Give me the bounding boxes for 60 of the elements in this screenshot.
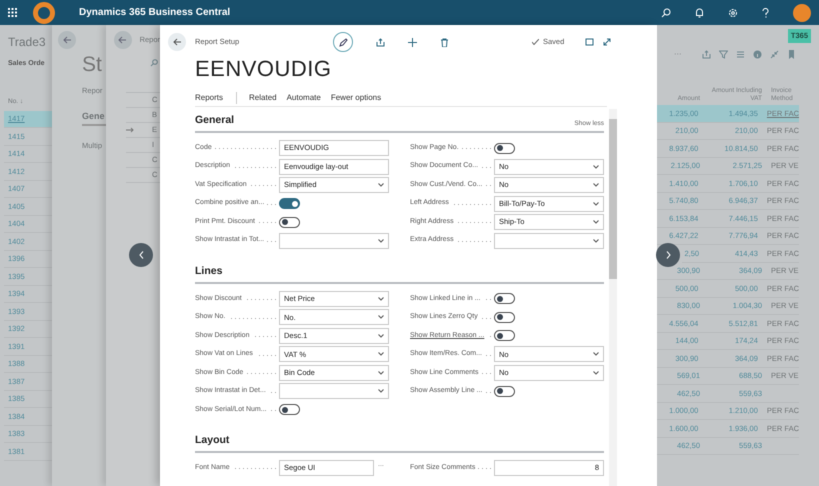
section-title: General — [195, 113, 234, 128]
chevron-down-icon — [593, 352, 599, 356]
chevron-down-icon — [378, 389, 384, 394]
chevron-down-icon — [593, 164, 599, 168]
share-icon[interactable] — [376, 38, 385, 46]
search-icon[interactable] — [661, 8, 671, 18]
toggle-switch[interactable] — [494, 330, 515, 342]
plus-icon[interactable] — [408, 38, 417, 46]
back-button[interactable] — [114, 31, 132, 49]
expand-icon[interactable] — [603, 38, 612, 46]
chevron-down-icon — [378, 183, 384, 187]
back-button[interactable] — [58, 31, 76, 49]
back-arrow-icon — [62, 36, 72, 44]
toggle-switch[interactable] — [494, 386, 515, 397]
action-tab[interactable]: Reports — [195, 92, 224, 104]
new-window-icon[interactable] — [585, 38, 594, 46]
toggle-switch[interactable] — [494, 293, 515, 304]
chevron-down-icon — [593, 220, 599, 224]
action-tab[interactable]: Fewer options — [330, 92, 382, 104]
trash-icon[interactable] — [440, 38, 449, 46]
back-arrow-icon — [172, 38, 182, 46]
toggle-switch[interactable] — [279, 404, 300, 416]
chevron-down-icon — [378, 296, 384, 301]
pencil-icon — [338, 38, 348, 46]
toggle-switch[interactable] — [494, 312, 515, 323]
settings-icon[interactable] — [728, 8, 738, 18]
app-launcher-icon[interactable] — [8, 8, 17, 17]
toggle-switch[interactable] — [279, 216, 300, 228]
chevron-down-icon — [378, 370, 384, 375]
action-tab[interactable]: Related — [249, 92, 277, 104]
chevron-down-icon — [593, 202, 599, 206]
chevron-down-icon — [378, 238, 384, 242]
chevron-down-icon — [378, 334, 384, 338]
dropdown-field[interactable] — [279, 232, 389, 248]
scrollbar[interactable] — [609, 109, 617, 486]
bell-icon[interactable] — [695, 8, 704, 18]
page-title: Trade3 — [8, 34, 47, 51]
chevron-down-icon — [593, 370, 599, 375]
chevron-down-icon — [378, 352, 384, 356]
user-avatar[interactable] — [793, 4, 811, 22]
chevron-down-icon — [378, 315, 384, 320]
toggle-switch[interactable] — [279, 198, 300, 209]
help-icon[interactable] — [762, 8, 769, 18]
toggle-switch[interactable] — [494, 142, 515, 154]
back-button[interactable] — [168, 33, 186, 51]
page-title: EENVOUDIG — [195, 55, 333, 83]
chevron-down-icon — [593, 183, 599, 187]
back-arrow-icon — [118, 36, 128, 44]
action-tab[interactable]: Automate — [286, 92, 321, 104]
page-title: St — [82, 54, 103, 75]
edit-button[interactable] — [333, 32, 353, 52]
dropdown-field[interactable] — [279, 383, 389, 400]
chevron-left-icon — [138, 251, 144, 259]
chevron-right-icon — [666, 251, 670, 259]
checkmark-icon — [532, 39, 539, 45]
section-title: Lines — [195, 264, 222, 279]
chevron-down-icon — [593, 238, 599, 242]
section-title: Layout — [195, 433, 230, 448]
app-title: Dynamics 365 Business Central — [79, 6, 230, 20]
dropdown-field[interactable] — [494, 232, 604, 248]
